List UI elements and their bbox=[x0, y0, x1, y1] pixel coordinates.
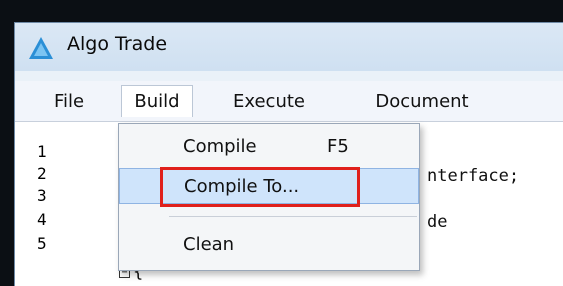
menu-item-shortcut: F5 bbox=[327, 135, 349, 157]
line-number-gutter: 1 2 3 4 5 bbox=[15, 122, 125, 286]
window-title: Algo Trade bbox=[67, 33, 168, 55]
menu-item-clean[interactable]: Clean bbox=[119, 226, 419, 262]
menu-item-compile[interactable]: Compile F5 bbox=[119, 128, 419, 164]
code-text-line-4: de bbox=[427, 212, 448, 232]
title-bar: Algo Trade bbox=[15, 23, 563, 71]
line-number: 2 bbox=[37, 164, 47, 183]
menu-item-label: Compile To... bbox=[184, 175, 300, 197]
menu-build[interactable]: Build bbox=[121, 85, 193, 117]
line-number: 4 bbox=[37, 210, 47, 229]
menu-item-label: Compile bbox=[183, 135, 257, 157]
line-number: 5 bbox=[37, 234, 47, 253]
menu-bar: File Build Execute Document bbox=[15, 81, 563, 121]
menu-item-label: Clean bbox=[183, 233, 235, 255]
menu-execute[interactable]: Execute bbox=[221, 85, 317, 117]
code-text-line-2: nterface; bbox=[427, 166, 520, 186]
menu-document[interactable]: Document bbox=[357, 85, 487, 117]
menu-file[interactable]: File bbox=[43, 85, 95, 117]
algo-trade-logo-icon bbox=[29, 37, 53, 59]
menu-item-compile-to[interactable]: Compile To... bbox=[119, 168, 419, 204]
line-number: 3 bbox=[37, 186, 47, 205]
build-dropdown-menu: Compile F5 Compile To... Clean bbox=[118, 123, 420, 271]
menu-separator bbox=[169, 216, 417, 217]
line-number: 1 bbox=[37, 142, 47, 161]
